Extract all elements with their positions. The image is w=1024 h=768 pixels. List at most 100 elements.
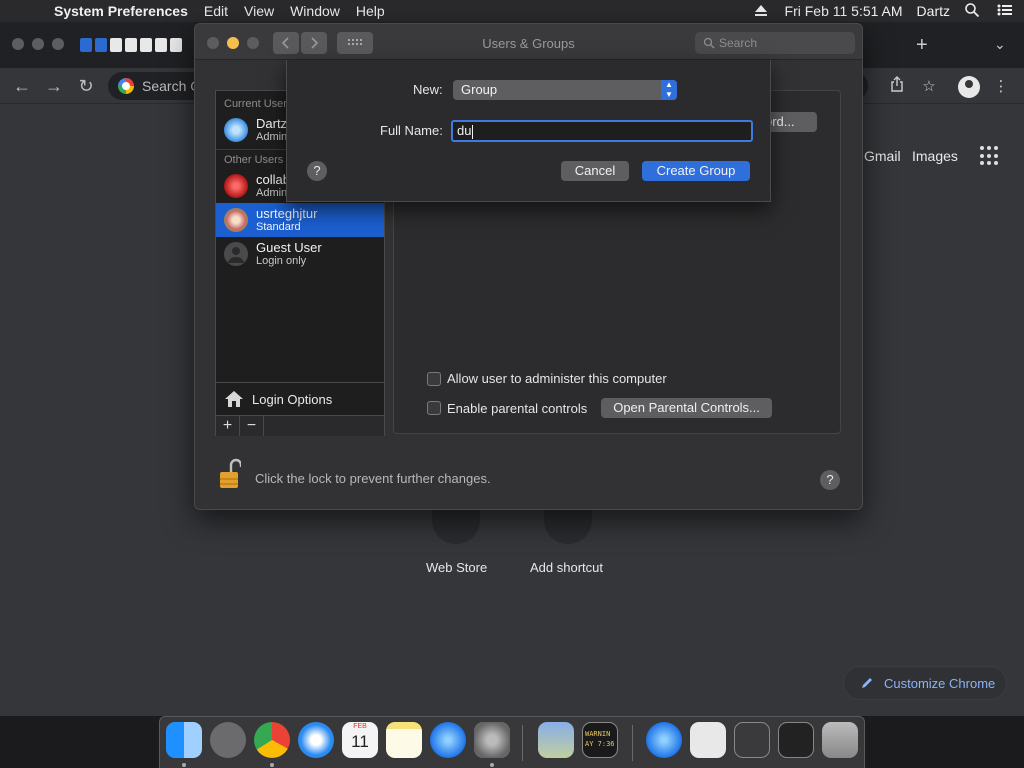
chrome-close-button[interactable] xyxy=(12,38,24,50)
images-link[interactable]: Images xyxy=(912,148,958,164)
sheet-help-button[interactable]: ? xyxy=(307,161,327,181)
unlocked-padlock-icon[interactable] xyxy=(219,458,243,490)
menu-user-name[interactable]: Dartz xyxy=(917,3,950,19)
control-center-icon[interactable] xyxy=(996,2,1014,20)
reload-icon[interactable]: ↻ xyxy=(74,74,98,98)
pencil-icon xyxy=(862,678,872,688)
spotlight-search-icon[interactable] xyxy=(964,2,982,20)
open-parental-controls-button[interactable]: Open Parental Controls... xyxy=(601,398,772,418)
chrome-tab[interactable] xyxy=(170,38,182,52)
user-name: Dartz xyxy=(256,116,288,131)
calendar-icon[interactable]: FEB 11 xyxy=(342,722,378,758)
chrome-zoom-button[interactable] xyxy=(52,38,64,50)
chrome-tab[interactable] xyxy=(140,38,152,52)
web-store-shortcut-label[interactable]: Web Store xyxy=(426,560,487,575)
chrome-tab[interactable] xyxy=(155,38,167,52)
bookmark-star-icon[interactable]: ☆ xyxy=(918,76,940,98)
menu-help[interactable]: Help xyxy=(348,0,393,22)
search-icon xyxy=(703,37,715,49)
google-apps-icon[interactable] xyxy=(980,146,1000,166)
chrome-minimize-button[interactable] xyxy=(32,38,44,50)
account-type-popup[interactable]: Group ▲ ▼ xyxy=(453,80,677,100)
parental-controls-label: Enable parental controls xyxy=(447,400,588,416)
full-name-label: Full Name: xyxy=(380,123,443,138)
chrome-menu-icon[interactable]: ⋮ xyxy=(990,76,1012,98)
eject-icon[interactable] xyxy=(753,2,771,20)
chrome-icon[interactable] xyxy=(254,722,290,758)
lock-status-text: Click the lock to prevent further change… xyxy=(255,471,491,486)
calendar-day: 11 xyxy=(351,732,369,751)
omnibox-text: Search G xyxy=(142,78,202,94)
profile-avatar-icon[interactable] xyxy=(958,76,980,98)
menu-clock[interactable]: Fri Feb 11 5:51 AM xyxy=(785,3,903,19)
menu-view[interactable]: View xyxy=(236,0,282,22)
launchpad-rocket-icon[interactable] xyxy=(210,722,246,758)
web-store-shortcut-icon[interactable] xyxy=(432,510,480,544)
system-preferences-gear-icon[interactable] xyxy=(474,722,510,758)
add-shortcut-icon[interactable] xyxy=(544,510,592,544)
chrome-tab[interactable] xyxy=(80,38,92,52)
safari-compass-icon[interactable] xyxy=(298,722,334,758)
share-icon[interactable] xyxy=(886,76,908,98)
running-indicator xyxy=(182,763,186,767)
full-name-input[interactable]: du xyxy=(451,120,753,142)
running-indicator xyxy=(490,763,494,767)
user-row-usrteghjtur[interactable]: usrteghjtur Standard xyxy=(216,203,384,237)
allow-admin-checkbox[interactable] xyxy=(427,371,441,386)
notes-icon[interactable] xyxy=(386,722,422,758)
window-titlebar: Users & Groups Search xyxy=(195,24,862,60)
allow-admin-row[interactable]: Allow user to administer this computer xyxy=(427,371,667,386)
menu-window[interactable]: Window xyxy=(282,0,348,22)
preview-icon[interactable] xyxy=(538,722,574,758)
back-arrow-icon[interactable]: ← xyxy=(10,74,34,98)
calendar-month: FEB xyxy=(353,723,367,730)
cancel-button[interactable]: Cancel xyxy=(561,161,629,181)
window-thumbnail-icon[interactable] xyxy=(734,722,770,758)
login-options-label: Login Options xyxy=(252,391,333,407)
customize-chrome-label: Customize Chrome xyxy=(884,675,996,691)
add-shortcut-label[interactable]: Add shortcut xyxy=(530,560,603,575)
window-help-button[interactable]: ? xyxy=(820,470,840,490)
popup-up-down-icon: ▲ ▼ xyxy=(661,80,677,100)
new-tab-plus-icon[interactable]: + xyxy=(916,34,928,57)
parental-controls-checkbox[interactable] xyxy=(427,401,441,415)
user-row-guest[interactable]: Guest User Login only xyxy=(216,237,384,271)
allow-admin-label: Allow user to administer this computer xyxy=(447,371,667,386)
installer-package-icon[interactable] xyxy=(690,722,726,758)
guest-avatar-icon xyxy=(224,242,248,266)
account-type-value: Group xyxy=(461,82,498,97)
app-store-icon[interactable] xyxy=(430,722,466,758)
user-role: Standard xyxy=(256,221,301,233)
list-footer: + − xyxy=(216,415,384,436)
forward-arrow-icon[interactable]: → xyxy=(42,74,66,98)
chrome-tab[interactable] xyxy=(110,38,122,52)
chrome-tab[interactable] xyxy=(125,38,137,52)
user-role: Login only xyxy=(256,255,307,267)
dock: FEB 11 WARNIN AY 7:36 xyxy=(159,716,865,768)
prefs-search-field[interactable]: Search xyxy=(695,32,855,54)
snowflake-avatar-icon xyxy=(224,118,248,142)
rose-avatar-icon xyxy=(224,174,248,198)
remove-user-button[interactable]: − xyxy=(240,416,264,436)
house-icon xyxy=(225,391,243,407)
trash-icon[interactable] xyxy=(822,722,858,758)
customize-chrome-button[interactable]: Customize Chrome xyxy=(843,666,1007,700)
user-name: usrteghjtur xyxy=(256,206,318,221)
menu-app-name[interactable]: System Preferences xyxy=(46,0,196,22)
gmail-link[interactable]: Gmail xyxy=(864,148,901,164)
user-role: Admin xyxy=(256,187,288,199)
dock-separator xyxy=(632,725,633,761)
chrome-window-controls xyxy=(12,38,64,50)
finder-icon[interactable] xyxy=(166,722,202,758)
menu-edit[interactable]: Edit xyxy=(196,0,236,22)
terminal-thumbnail-icon[interactable] xyxy=(778,722,814,758)
add-user-button[interactable]: + xyxy=(216,416,240,436)
create-group-button[interactable]: Create Group xyxy=(642,161,750,181)
chrome-tab[interactable] xyxy=(95,38,107,52)
tab-search-chevron-icon[interactable]: ⌄ xyxy=(994,36,1006,53)
parental-controls-row[interactable]: Enable parental controls Open Parental C… xyxy=(427,398,772,418)
new-account-sheet: New: Group ▲ ▼ Full Name: du ? Cancel Cre… xyxy=(286,60,771,202)
login-options-item[interactable]: Login Options xyxy=(216,382,384,415)
app-store-downloads-icon[interactable] xyxy=(646,722,682,758)
console-icon[interactable]: WARNIN AY 7:36 xyxy=(582,722,618,758)
